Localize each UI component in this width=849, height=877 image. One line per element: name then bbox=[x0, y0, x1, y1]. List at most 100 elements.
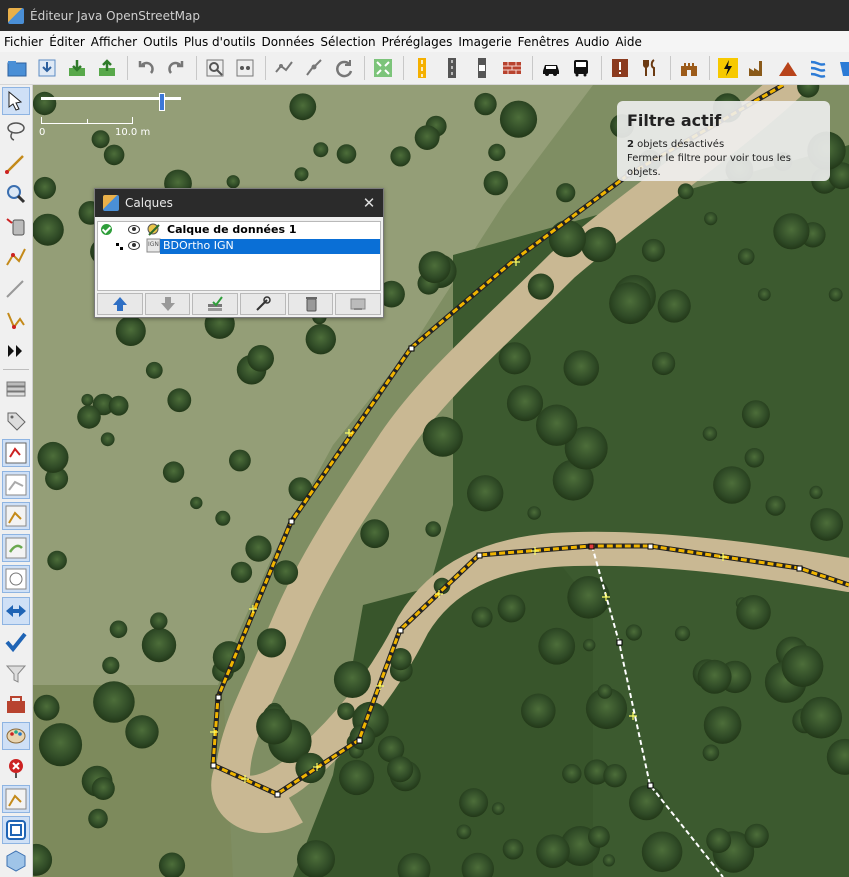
redo-icon[interactable] bbox=[162, 54, 190, 82]
delete-layer-button[interactable] bbox=[287, 293, 334, 315]
parallel-icon[interactable] bbox=[2, 275, 30, 303]
menu-afficher[interactable]: Afficher bbox=[88, 35, 140, 49]
relation-icon[interactable] bbox=[2, 439, 30, 467]
layer-properties-icon bbox=[256, 296, 271, 311]
zoom-fit-icon[interactable] bbox=[369, 54, 397, 82]
footpath-way[interactable] bbox=[591, 545, 724, 877]
bus-icon[interactable] bbox=[567, 54, 595, 82]
scale-bar: 0 10.0 m bbox=[39, 93, 191, 143]
paint-icon[interactable] bbox=[2, 722, 30, 750]
move-down-icon bbox=[160, 297, 175, 311]
filter-disabled-count: 2 objets désactivés bbox=[627, 139, 725, 150]
move-up-button[interactable] bbox=[97, 293, 143, 315]
barrier-icon[interactable] bbox=[468, 54, 496, 82]
water-icon[interactable] bbox=[834, 54, 849, 82]
menu-audio[interactable]: Audio bbox=[572, 35, 612, 49]
conflict-icon[interactable] bbox=[2, 597, 30, 625]
menu-bar: Fichier Éditer Afficher Outils Plus d'outils… bbox=[0, 31, 849, 52]
toolbar-separator bbox=[127, 56, 128, 80]
move-down-button[interactable] bbox=[144, 293, 191, 315]
active-layer-check-icon[interactable] bbox=[101, 224, 112, 235]
power-icon[interactable] bbox=[714, 54, 742, 82]
layers-panel-title: Calques bbox=[125, 196, 173, 210]
more-icon[interactable] bbox=[2, 337, 30, 365]
layers-panel-header[interactable]: Calques ✕ bbox=[95, 189, 383, 217]
tertiary-road-icon[interactable] bbox=[408, 54, 436, 82]
toolbar-separator bbox=[403, 56, 404, 80]
history-icon[interactable] bbox=[2, 534, 30, 562]
activate-layer-button[interactable] bbox=[192, 293, 239, 315]
restaurant-icon[interactable] bbox=[636, 54, 664, 82]
menu-outils[interactable]: Outils bbox=[140, 35, 181, 49]
layer-properties-button[interactable] bbox=[240, 293, 286, 315]
draw-icon[interactable] bbox=[2, 149, 30, 177]
zoom-slider-knob[interactable] bbox=[159, 93, 165, 111]
author-icon[interactable] bbox=[2, 502, 30, 530]
filter-hint: Fermer le filtre pour voir tous les obje… bbox=[627, 153, 791, 178]
lasso-icon[interactable] bbox=[2, 117, 30, 145]
3d-icon[interactable] bbox=[2, 847, 30, 875]
menu-préréglages[interactable]: Préréglages bbox=[379, 35, 456, 49]
track-icon[interactable] bbox=[438, 54, 466, 82]
zoom-icon[interactable] bbox=[2, 180, 30, 208]
layers-icon[interactable] bbox=[2, 375, 30, 403]
delete-icon[interactable] bbox=[2, 212, 30, 240]
open-icon[interactable] bbox=[3, 54, 31, 82]
peak-icon[interactable] bbox=[774, 54, 802, 82]
menu-sélection[interactable]: Sélection bbox=[317, 35, 378, 49]
menu-éditer[interactable]: Éditer bbox=[46, 35, 88, 49]
filter-icon[interactable] bbox=[2, 660, 30, 688]
layer-actions bbox=[97, 293, 382, 315]
scale-max-label: 10.0 m bbox=[115, 127, 151, 138]
menu-données[interactable]: Données bbox=[259, 35, 318, 49]
toolbar-separator bbox=[364, 56, 365, 80]
validation-icon[interactable] bbox=[2, 628, 30, 656]
undo-icon[interactable] bbox=[132, 54, 160, 82]
layer-row-imagery[interactable]: IGN BDOrtho IGN bbox=[98, 238, 380, 254]
improve-way-icon[interactable] bbox=[2, 243, 30, 271]
castle-icon[interactable] bbox=[675, 54, 703, 82]
layers-panel[interactable]: Calques ✕ Calque de données 1 IGN BDOrth… bbox=[94, 188, 384, 318]
merge-layer-button[interactable] bbox=[335, 293, 382, 315]
layer-row-data[interactable]: Calque de données 1 bbox=[98, 222, 380, 238]
info-point-icon[interactable] bbox=[606, 54, 634, 82]
menu-plus-d-outils[interactable]: Plus d'outils bbox=[181, 35, 259, 49]
download-icon[interactable] bbox=[33, 54, 61, 82]
waterway-icon[interactable] bbox=[804, 54, 832, 82]
layer-list[interactable]: Calque de données 1 IGN BDOrtho IGN bbox=[97, 221, 381, 291]
split-way-icon[interactable] bbox=[300, 54, 328, 82]
wireframe-icon[interactable] bbox=[2, 816, 30, 844]
minimap-icon[interactable] bbox=[2, 565, 30, 593]
wall-icon[interactable] bbox=[498, 54, 526, 82]
menu-imagerie[interactable]: Imagerie bbox=[455, 35, 514, 49]
menu-fichier[interactable]: Fichier bbox=[1, 35, 46, 49]
select-icon[interactable] bbox=[2, 87, 30, 115]
merge-nodes-icon[interactable] bbox=[270, 54, 298, 82]
upload-icon[interactable] bbox=[93, 54, 121, 82]
extrude-icon[interactable] bbox=[2, 305, 30, 333]
gpx-icon[interactable] bbox=[2, 785, 30, 813]
visibility-eye-icon[interactable] bbox=[128, 225, 140, 234]
active-filter-notice[interactable]: Filtre actif 2 objets désactivés Fermer … bbox=[617, 101, 830, 181]
changeset-icon[interactable] bbox=[2, 754, 30, 782]
tool-palette bbox=[0, 85, 33, 877]
preferences-icon[interactable] bbox=[201, 54, 229, 82]
notes-icon[interactable] bbox=[2, 691, 30, 719]
menu-fenêtres[interactable]: Fenêtres bbox=[515, 35, 573, 49]
svg-text:IGN: IGN bbox=[148, 241, 159, 248]
delete-layer-icon bbox=[305, 297, 317, 312]
close-icon[interactable]: ✕ bbox=[355, 194, 383, 212]
validate-icon[interactable] bbox=[231, 54, 259, 82]
menu-aide[interactable]: Aide bbox=[612, 35, 645, 49]
data-layer-icon bbox=[147, 223, 160, 236]
car-icon[interactable] bbox=[537, 54, 565, 82]
toolbar-separator bbox=[601, 56, 602, 80]
tags-icon[interactable] bbox=[2, 407, 30, 435]
toolbar-separator bbox=[196, 56, 197, 80]
visibility-eye-icon[interactable] bbox=[128, 241, 140, 250]
move-up-icon bbox=[112, 297, 127, 311]
download-data-icon[interactable] bbox=[63, 54, 91, 82]
refresh-icon[interactable] bbox=[330, 54, 358, 82]
selection-list-icon[interactable] bbox=[2, 471, 30, 499]
industrial-icon[interactable] bbox=[744, 54, 772, 82]
